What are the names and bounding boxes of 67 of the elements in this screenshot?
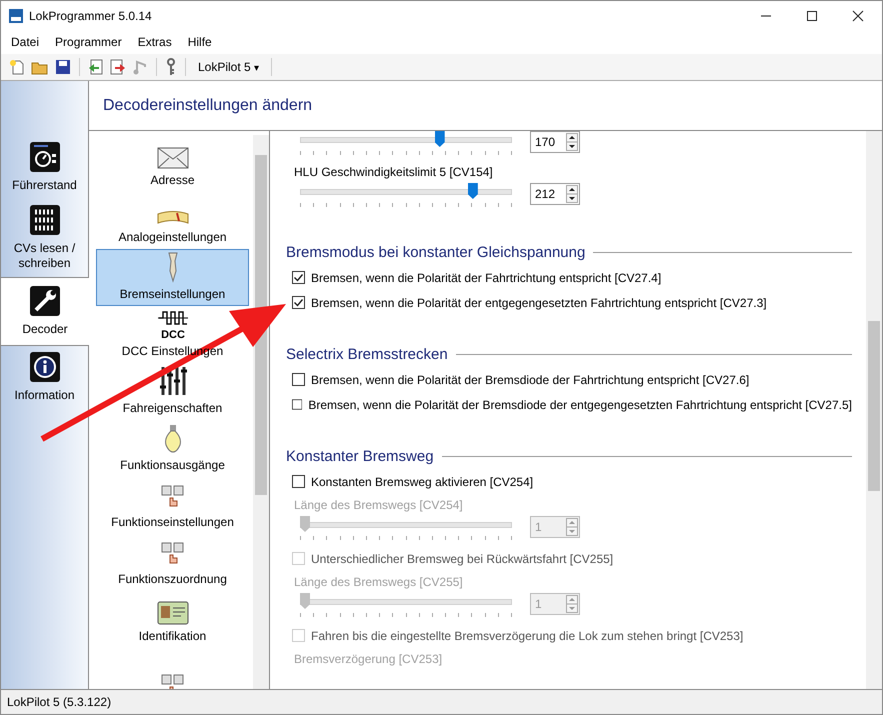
binary-code-icon: [30, 205, 60, 235]
speedometer-icon: [30, 142, 60, 172]
info-icon: [30, 352, 60, 382]
sliders-icon: [158, 365, 186, 397]
window-title: LokProgrammer 5.0.14: [29, 8, 152, 22]
checkbox[interactable]: [292, 398, 302, 411]
side-tab[interactable]: Information: [1, 346, 88, 409]
checkbox-label: Bremsen, wenn die Polarität der Fahrtrichtung entspricht [CV27.4]: [311, 270, 662, 284]
slider[interactable]: [300, 183, 512, 207]
app-logo-icon: [9, 8, 23, 22]
setting-label: Länge des Bremswegs [CV254]: [293, 497, 464, 514]
slider-thumb[interactable]: [468, 183, 478, 199]
spin-arrows-icon[interactable]: [566, 185, 578, 203]
spin-arrows-icon[interactable]: [566, 133, 578, 151]
checkbox-label: Bremsen, wenn die Polarität der Bremsdiode der entgegengesetzten Fahrtrichtung entspricht [CV27.5]: [308, 398, 852, 412]
menu-item[interactable]: Datei: [11, 35, 40, 49]
checkbox-label: Bremsen, wenn die Polarität der entgegengesetzten Fahrtrichtung entspricht [CV27.3]: [311, 296, 767, 310]
new-file-icon[interactable]: [9, 59, 25, 75]
checkbox-label: Bremsen, wenn die Polarität der Bremsdiode der Fahrtrichtung entspricht [CV27.6]: [311, 372, 750, 386]
checkbox[interactable]: [292, 373, 305, 386]
category-item[interactable]: Funktionsausgänge: [96, 420, 249, 477]
page-title: Decodereinstellungen ändern: [89, 81, 882, 131]
scrollbar[interactable]: [253, 135, 269, 689]
export-icon[interactable]: [110, 59, 126, 75]
checkbox-label: Fahren bis die eingestellte Bremsverzögerung die Lok zum stehen bringt [CV253]: [311, 628, 744, 642]
wrench-icon: [30, 286, 60, 316]
checkbox-label: Konstanten Bremsweg aktivieren [CV254]: [311, 474, 534, 488]
side-tab[interactable]: CVs lesen / schreiben: [1, 199, 88, 277]
dcc-text: DCC: [160, 329, 184, 340]
category-item[interactable]: Identifikation: [96, 591, 249, 648]
menu-item[interactable]: Hilfe: [188, 35, 212, 49]
checkbox[interactable]: [292, 475, 305, 488]
scrollbar[interactable]: [866, 131, 882, 689]
category-item[interactable]: Adresse: [96, 135, 249, 192]
section-heading: Bremsmodus bei konstanter Gleichspannung: [286, 244, 586, 260]
envelope-icon: [156, 147, 188, 169]
menu-item[interactable]: Programmer: [55, 35, 122, 49]
checkbox[interactable]: [292, 296, 305, 309]
menu-item[interactable]: Extras: [138, 35, 172, 49]
slider-thumb[interactable]: [434, 131, 445, 147]
setting-label: Länge des Bremswegs [CV255]: [293, 574, 464, 591]
checkbox[interactable]: [292, 271, 305, 284]
setting-label: Bremsverzögerung [CV253]: [293, 651, 444, 668]
checkbox-label: Unterschiedlicher Bremsweg bei Rückwärtsfahrt [CV255]: [311, 552, 614, 566]
maximize-icon[interactable]: [806, 10, 818, 22]
number-spinbox[interactable]: 170: [530, 131, 580, 153]
close-icon[interactable]: [852, 10, 864, 22]
light-bulb-icon: [162, 424, 182, 454]
category-item[interactable]: Analogeinstellungen: [96, 192, 249, 249]
category-item[interactable]: Fahreigenschaften: [96, 363, 249, 420]
category-item[interactable]: Funktionszuordnung: [96, 534, 249, 591]
setting-label: HLU Geschwindigkeitslimit 5 [CV154]: [293, 164, 494, 181]
slider[interactable]: [300, 131, 512, 155]
decoder-dropdown[interactable]: LokPilot 5 ▾: [194, 58, 264, 76]
category-item[interactable]: Bremseinstellungen: [96, 249, 249, 306]
section-heading: Konstanter Bremsweg: [286, 448, 434, 464]
key-icon[interactable]: [165, 58, 177, 76]
import-icon[interactable]: [88, 59, 104, 75]
category-item[interactable]: Funktionseinstellungen: [96, 477, 249, 534]
status-text: LokPilot 5 (5.3.122): [7, 695, 112, 709]
number-spinbox[interactable]: 212: [530, 183, 580, 205]
analog-meter-icon: [156, 210, 188, 226]
side-tab[interactable]: Führerstand: [1, 136, 88, 199]
save-icon[interactable]: [55, 59, 71, 75]
side-tab[interactable]: Decoder: [1, 277, 89, 346]
id-card-icon: [156, 601, 188, 625]
section-heading: Selectrix Bremsstrecken: [286, 346, 448, 362]
